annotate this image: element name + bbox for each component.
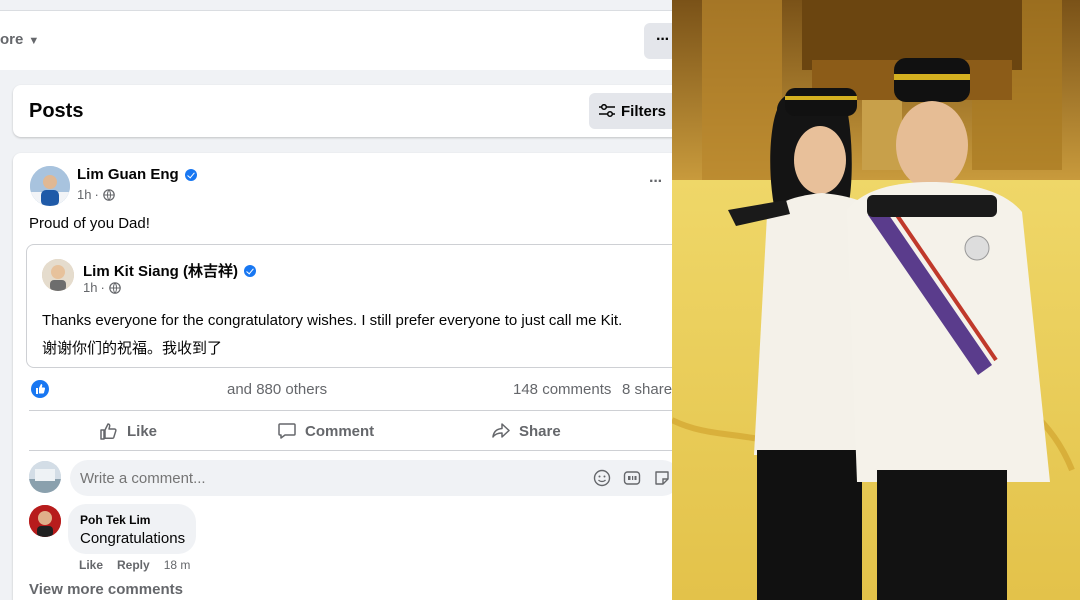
shared-meta: 1h · [83, 280, 121, 295]
posts-header: Posts Filters [13, 85, 672, 137]
comment-input-icons [593, 469, 671, 487]
current-user-avatar[interactable] [29, 461, 61, 493]
emoji-icon[interactable] [593, 469, 611, 487]
thumbs-up-icon [100, 423, 117, 440]
comment-time[interactable]: 18 m [164, 558, 191, 572]
facebook-panel: ore ▼ ··· Posts Filters Lim Guan Eng 1h · … [0, 0, 672, 600]
more-tab[interactable]: ore ▼ [0, 31, 39, 48]
post-card: Lim Guan Eng 1h · ··· Proud of you Dad! L… [13, 153, 672, 600]
speech-bubble-icon [278, 423, 296, 439]
shared-text-zh: 谢谢你们的祝福。我收到了 [42, 339, 223, 357]
comment-reply-link[interactable]: Reply [117, 558, 150, 572]
more-tab-label: ore [0, 31, 24, 48]
shared-text-en: Thanks everyone for the congratulatory w… [42, 312, 623, 329]
author-name[interactable]: Lim Guan Eng [77, 166, 197, 183]
post-time[interactable]: 1h [77, 187, 91, 202]
shares-count[interactable]: 8 shares [622, 381, 672, 398]
gif-icon[interactable] [623, 469, 641, 487]
caret-down-icon: ▼ [28, 35, 40, 47]
post-menu-icon[interactable]: ··· [649, 173, 663, 191]
view-more-comments-link[interactable]: View more comments [29, 581, 183, 598]
divider [29, 410, 672, 411]
like-reaction-icon[interactable] [31, 380, 49, 398]
comment-like-link[interactable]: Like [79, 558, 103, 572]
divider [29, 450, 672, 451]
author-avatar[interactable] [30, 166, 70, 206]
shared-author-avatar[interactable] [42, 259, 74, 291]
share-button[interactable]: Share [491, 421, 561, 441]
filters-button[interactable]: Filters [589, 93, 672, 129]
author-name-text: Lim Guan Eng [77, 166, 179, 183]
comment-input[interactable] [70, 460, 672, 496]
comment-actions: Like Reply 18 m [79, 558, 190, 572]
sliders-icon [599, 104, 615, 118]
comments-count[interactable]: 148 comments [513, 381, 611, 398]
globe-icon [103, 188, 115, 201]
shared-post[interactable]: Lim Kit Siang (林吉祥) 1h · Thanks everyone … [26, 244, 672, 368]
share-arrow-icon [492, 423, 510, 438]
reactions-count[interactable]: and 880 others [227, 381, 327, 398]
commenter-name[interactable]: Poh Tek Lim [80, 513, 150, 527]
filters-label: Filters [621, 102, 667, 120]
globe-icon [109, 281, 121, 294]
post-meta: 1h · [77, 187, 115, 202]
verified-badge-icon [244, 264, 256, 277]
more-options-button[interactable]: ··· [644, 23, 672, 59]
attached-photo [672, 0, 1080, 600]
sticker-icon[interactable] [653, 469, 671, 487]
shared-author-text: Lim Kit Siang (林吉祥) [83, 263, 238, 280]
commenter-avatar[interactable] [29, 505, 61, 537]
comment-label: Comment [305, 422, 375, 440]
profile-tab-bar: ore ▼ ··· [0, 10, 672, 70]
post-text: Proud of you Dad! [29, 215, 150, 232]
comment-text: Congratulations [80, 530, 186, 547]
like-label: Like [127, 422, 158, 440]
verified-badge-icon [184, 168, 197, 181]
like-button[interactable]: Like [99, 421, 157, 441]
shared-time[interactable]: 1h [83, 280, 97, 295]
share-label: Share [519, 422, 561, 440]
comment-bubble: Poh Tek Lim Congratulations [68, 504, 196, 554]
posts-title: Posts [29, 100, 84, 122]
comment-button[interactable]: Comment [277, 421, 374, 441]
shared-author-name[interactable]: Lim Kit Siang (林吉祥) [83, 260, 256, 281]
